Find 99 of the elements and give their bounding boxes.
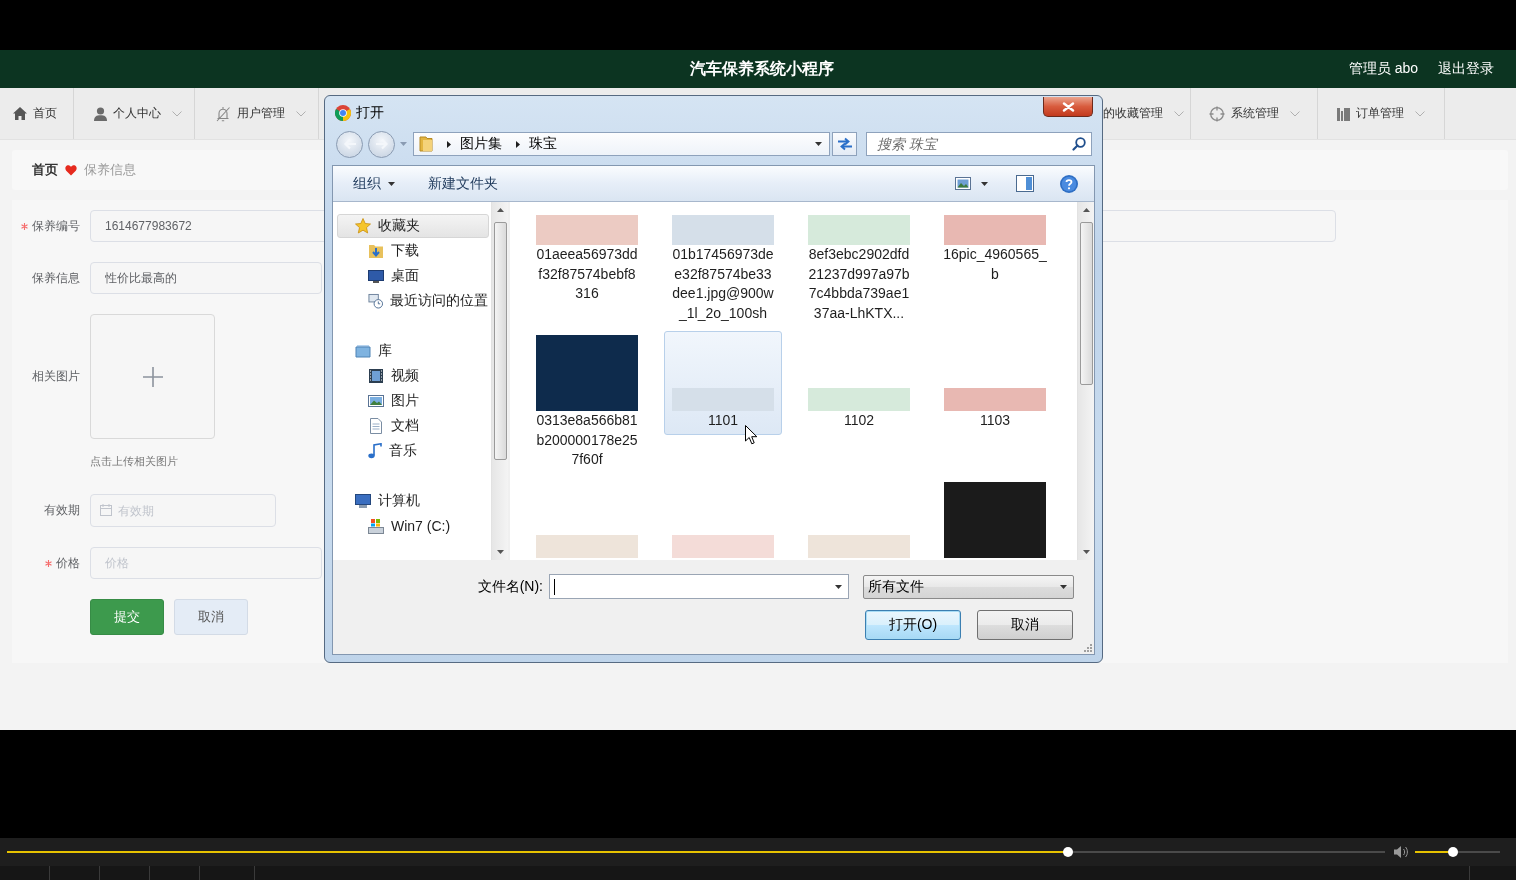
- breadcrumb-current: 保养信息: [84, 161, 136, 179]
- resize-grip-icon: [1082, 642, 1092, 652]
- file-item[interactable]: 01b17456973dee32f87574be33dee1.jpg@900w_1l_2o_100sh: [664, 205, 782, 327]
- file-item[interactable]: 8ef3ebc2902dfd21237d997a97b7c4bbda739ae137aa-LhKTX...: [800, 205, 918, 327]
- caret-down-icon: [1060, 584, 1067, 589]
- window-clock-icon: [368, 293, 383, 309]
- scroll-down-icon[interactable]: [1082, 550, 1090, 554]
- folder-icon: [419, 136, 433, 152]
- monitor-icon: [355, 493, 371, 509]
- caret-down-icon[interactable]: [835, 584, 842, 589]
- submit-button[interactable]: 提交: [90, 599, 164, 635]
- scrollbar[interactable]: [1077, 202, 1094, 560]
- tree-item[interactable]: Win7 (C:): [337, 514, 489, 538]
- film-icon: [368, 368, 384, 384]
- scrollbar-thumb[interactable]: [493, 222, 507, 460]
- dialog-button[interactable]: 打开(O): [865, 610, 961, 640]
- scroll-up-icon[interactable]: [1082, 208, 1090, 212]
- field-label: 价格: [56, 554, 80, 572]
- scroll-up-icon[interactable]: [496, 208, 504, 212]
- file-item[interactable]: 0313e8a566b81b200000178e257f60f: [528, 331, 646, 474]
- nav-item[interactable]: 首页: [0, 88, 74, 139]
- volume-icon: [1393, 845, 1409, 859]
- upload-hint: 点击上传相关图片: [90, 454, 179, 469]
- toolbar-button[interactable]: 新建文件夹: [421, 170, 505, 197]
- bell-off-icon: [215, 105, 231, 122]
- tree-item[interactable]: 图片: [337, 389, 489, 413]
- field-label: 保养信息: [32, 269, 80, 287]
- file-item[interactable]: 1102: [800, 331, 918, 435]
- file-item[interactable]: 1103: [936, 331, 1054, 435]
- image-view-icon: [955, 177, 971, 190]
- search-field[interactable]: 搜索 珠宝: [866, 132, 1092, 156]
- file-item[interactable]: 1101: [664, 331, 782, 435]
- dialog-button[interactable]: 取消: [977, 610, 1073, 640]
- arrow-right-icon: [374, 138, 389, 150]
- nav-item[interactable]: 个人中心: [74, 88, 195, 139]
- scrollbar-thumb[interactable]: [1079, 222, 1093, 385]
- search-icon: [1072, 137, 1086, 151]
- heart-icon: [65, 164, 77, 176]
- calendar-icon: [100, 504, 112, 516]
- scroll-down-icon[interactable]: [496, 550, 504, 554]
- caret-down-icon: [981, 181, 988, 186]
- nav-item[interactable]: 订单管理: [1318, 88, 1445, 139]
- help-icon: [1060, 174, 1078, 193]
- close-icon: [1061, 101, 1075, 112]
- app-title: 汽车保养系统小程序: [689, 58, 834, 79]
- plus-icon: [142, 366, 163, 387]
- mouse-pointer-icon: [745, 425, 758, 445]
- tree-item[interactable]: 下载: [337, 239, 489, 263]
- document-icon: [368, 418, 384, 434]
- bars-icon: [1337, 106, 1350, 121]
- tree-item[interactable]: 视频: [337, 364, 489, 388]
- folder-download-icon: [368, 243, 384, 259]
- tree-item[interactable]: 文档: [337, 414, 489, 438]
- caret-down-icon[interactable]: [815, 142, 822, 146]
- path-segment[interactable]: 珠宝: [529, 135, 557, 153]
- picture-icon: [368, 393, 384, 409]
- field-label: 保养编号: [32, 217, 80, 235]
- music-note-icon: [368, 443, 382, 459]
- refresh-button[interactable]: [832, 132, 857, 156]
- nav-item[interactable]: 系统管理: [1191, 88, 1318, 139]
- cancel-button[interactable]: 取消: [174, 599, 248, 635]
- filename-label: 文件名(N):: [477, 577, 543, 596]
- refresh-icon: [836, 137, 853, 151]
- file-item[interactable]: 01aeea56973ddf32f87574bebf8316: [528, 205, 646, 308]
- slider-handle[interactable]: [1448, 847, 1459, 857]
- slider-handle[interactable]: [1063, 847, 1074, 857]
- tree-item[interactable]: 库: [337, 339, 489, 363]
- file-type-select[interactable]: 所有文件: [863, 574, 1074, 599]
- breadcrumb-link[interactable]: 首页: [32, 161, 58, 179]
- scrollbar[interactable]: [491, 202, 508, 560]
- star-icon: [355, 218, 371, 234]
- tree-item[interactable]: 音乐: [337, 439, 489, 463]
- caret-right-icon[interactable]: [516, 140, 520, 148]
- tree-item[interactable]: 计算机: [337, 489, 489, 513]
- user-name: 管理员 abo: [1348, 60, 1418, 78]
- field-label: 有效期: [44, 502, 80, 519]
- user-icon: [94, 106, 107, 121]
- text-field[interactable]: 性价比最高的: [90, 262, 322, 294]
- file-item[interactable]: 16pic_4960565_b: [936, 205, 1054, 288]
- drive-icon: [368, 518, 384, 534]
- address-bar[interactable]: 图片集 珠宝: [413, 132, 830, 156]
- tree-item[interactable]: 最近访问的位置: [337, 289, 489, 313]
- nav-item[interactable]: 用户管理: [195, 88, 319, 139]
- monitor-icon: [368, 268, 384, 284]
- home-icon: [13, 107, 27, 120]
- tree-item[interactable]: 收藏夹: [337, 214, 489, 238]
- folder-stack-icon: [355, 343, 371, 359]
- app-logo-icon: [335, 105, 351, 121]
- tree-item[interactable]: 桌面: [337, 264, 489, 288]
- dialog-title: 打开: [356, 104, 384, 122]
- caret-right-icon[interactable]: [447, 140, 451, 148]
- toolbar-button[interactable]: 组织: [346, 170, 402, 197]
- filename-field[interactable]: [549, 574, 849, 599]
- crosshair-icon: [1208, 105, 1225, 122]
- preview-pane-icon: [1016, 175, 1034, 192]
- logout-link[interactable]: 退出登录: [1438, 60, 1494, 78]
- close-button[interactable]: [1043, 97, 1093, 117]
- field-label: 相关图片: [32, 368, 80, 385]
- path-segment[interactable]: 图片集: [460, 135, 502, 153]
